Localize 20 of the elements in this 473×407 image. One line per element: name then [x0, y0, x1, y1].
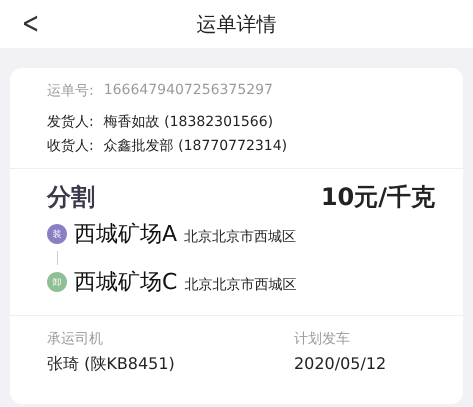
field-label: 收货人: [47, 137, 94, 156]
field-label: 计划发车 [294, 330, 351, 348]
stop-place: 西城矿场A [74, 221, 178, 249]
field-value: 张琦 (陕KB8451) [47, 354, 176, 375]
stop-address: 北京北京市西城区 [184, 228, 296, 246]
cargo-name: 分割 [47, 182, 95, 213]
price: 10元/千克 [320, 182, 435, 213]
stop-address: 北京北京市西城区 [184, 276, 296, 294]
stop-place: 西城矿场C [74, 269, 178, 297]
field-label: 承运司机 [47, 330, 104, 348]
field-label: 发货人: [47, 113, 94, 132]
field-value: 2020/05/12 [294, 354, 386, 373]
stop-badge: 装 [47, 224, 67, 244]
stop-badge: 卸 [47, 272, 67, 292]
field-label: 运单号: [47, 82, 94, 100]
page-title: 运单详情 [196, 10, 276, 38]
back-button[interactable]: < [18, 6, 44, 41]
party-contact: 众鑫批发部 (18770772314) [104, 137, 288, 156]
party-contact: 梅香如故 (18382301566) [104, 113, 274, 132]
order-number: 1666479407256375297 [104, 82, 273, 100]
